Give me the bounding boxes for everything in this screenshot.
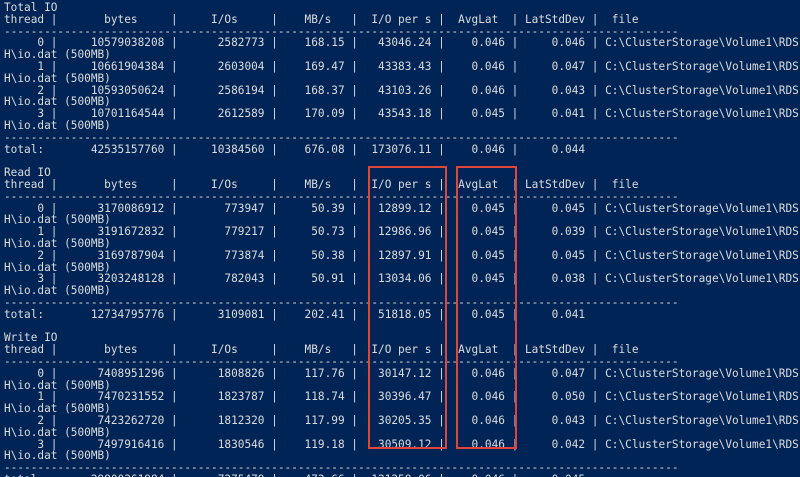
console-line: 3 | 10701164544 | 2612589 | 170.09 | 435… — [4, 107, 799, 121]
console-line: total: 42535157760 | 10384560 | 676.08 |… — [4, 142, 586, 156]
highlight-avglat — [456, 166, 517, 449]
console-line: ----------------------------------------… — [4, 130, 679, 144]
highlight-io-per-s — [368, 166, 447, 449]
console-line: H\io.dat (500MB) — [4, 425, 111, 439]
console-line: ----------------------------------------… — [4, 189, 679, 203]
console-line: 2 | 10593050624 | 2586194 | 168.37 | 431… — [4, 83, 799, 97]
console-line: H\io.dat (500MB) — [4, 71, 111, 85]
console-line: 1 | 10661904384 | 2603004 | 169.47 | 433… — [4, 60, 799, 73]
console-line: thread | bytes | I/Os | MB/s | I/O per s… — [4, 12, 639, 26]
console-line: 0 | 10579038208 | 2582773 | 168.15 | 430… — [4, 36, 799, 50]
console-window[interactable]: Total IO thread | bytes | I/Os | MB/s | I… — [0, 0, 800, 477]
